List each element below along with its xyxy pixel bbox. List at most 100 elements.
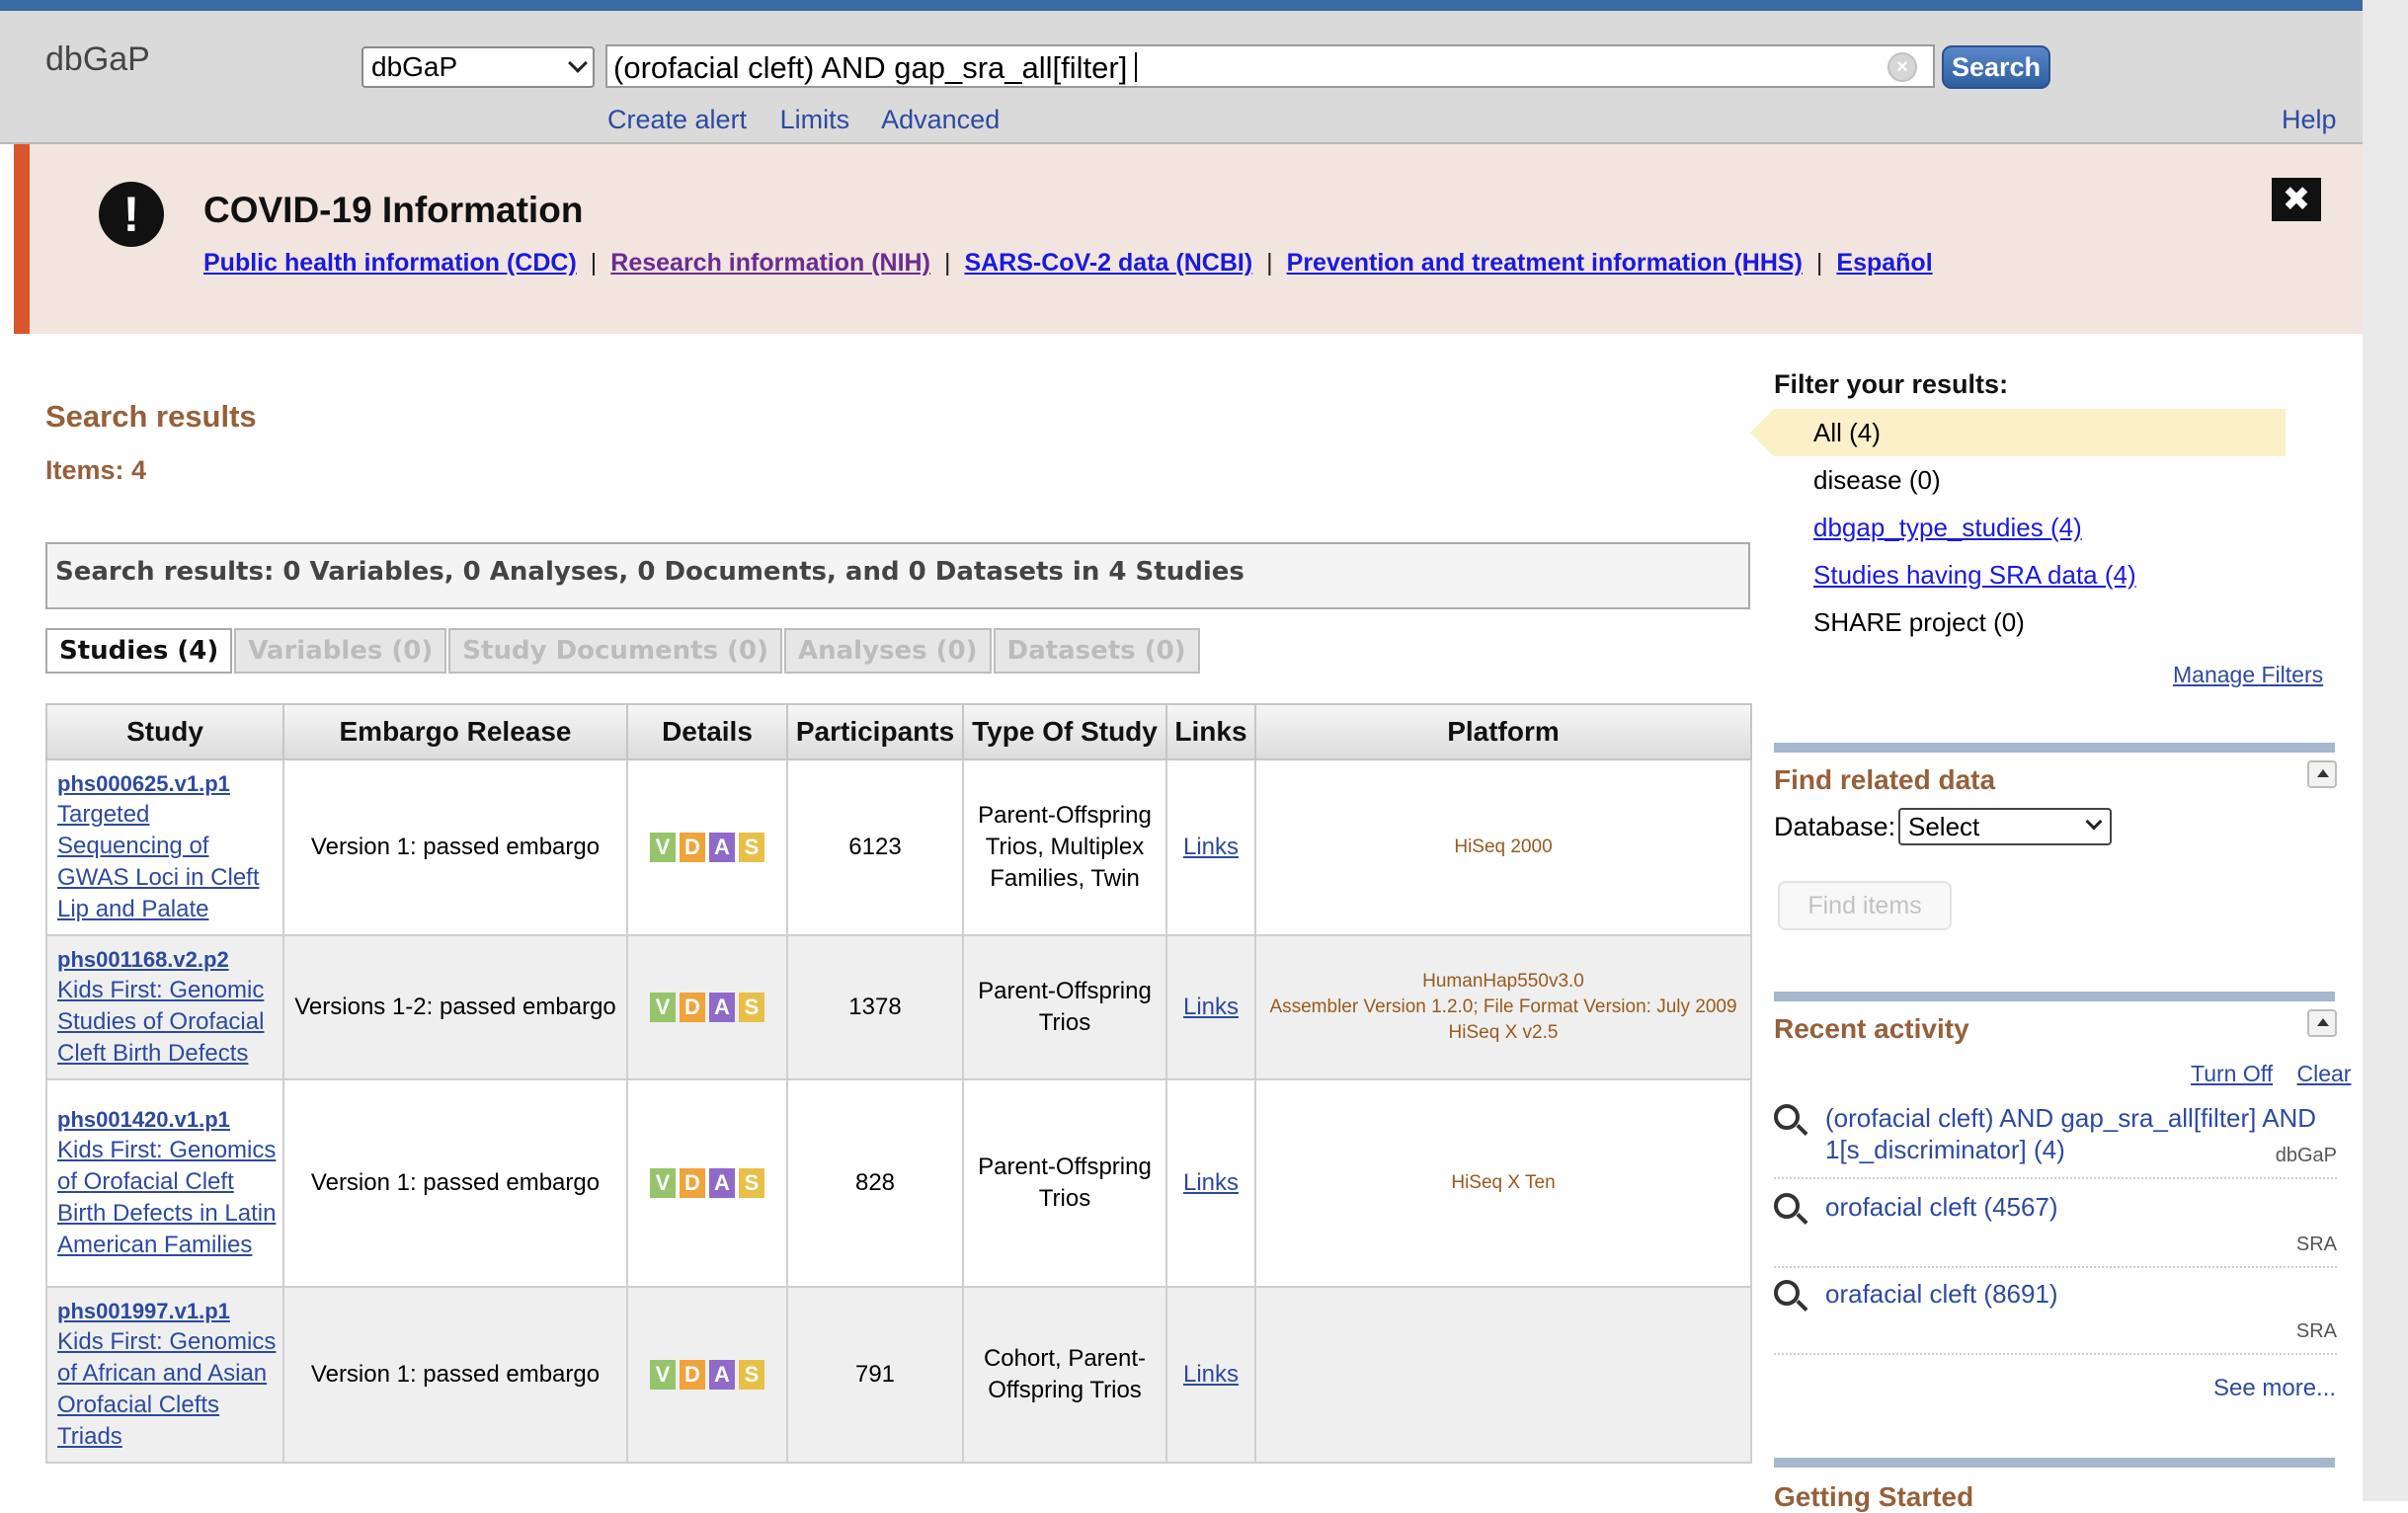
- related-database-select[interactable]: Select: [1898, 808, 2112, 845]
- study-title-link[interactable]: Kids First: Genomic Studies of Orofacial…: [57, 977, 264, 1067]
- platform-cell: HumanHap550v3.0 Assembler Version 1.2.0;…: [1254, 934, 1752, 1080]
- covid-link-nih[interactable]: Research information (NIH): [610, 249, 930, 277]
- analyses-badge[interactable]: A: [709, 1360, 735, 1390]
- covid-link-cdc[interactable]: Public health information (CDC): [203, 249, 577, 277]
- search-button[interactable]: Search: [1942, 45, 2050, 89]
- tab-datasets[interactable]: Datasets (0): [993, 628, 1200, 674]
- recent-query[interactable]: orafacial cleft (8691): [1825, 1278, 2337, 1310]
- create-alert-link[interactable]: Create alert: [607, 105, 747, 134]
- study-type-cell: Parent-Offspring Trios: [962, 934, 1167, 1080]
- variables-badge[interactable]: V: [650, 1360, 676, 1390]
- clear-circle-icon[interactable]: ×: [1887, 52, 1917, 82]
- platform-cell: HiSeq 2000: [1254, 758, 1752, 936]
- covid-banner: ! COVID-19 Information Public health inf…: [14, 144, 2363, 334]
- tab-analyses[interactable]: Analyses (0): [784, 628, 992, 674]
- help-link[interactable]: Help: [2282, 105, 2337, 135]
- panel-divider: [1774, 743, 2335, 753]
- logo[interactable]: dbGaP: [45, 40, 150, 79]
- analyses-badge[interactable]: A: [709, 993, 735, 1022]
- column-header[interactable]: Links: [1165, 703, 1256, 760]
- column-header[interactable]: Participants: [786, 703, 964, 760]
- filter-share-project[interactable]: SHARE project (0): [1774, 598, 2288, 646]
- platform-text: HiSeq 2000: [1454, 836, 1553, 857]
- links-link[interactable]: Links: [1183, 1361, 1239, 1388]
- find-related-title: Find related data: [1774, 764, 1996, 795]
- study-accession-link[interactable]: phs001997.v1.p1: [57, 1297, 277, 1326]
- clear-link[interactable]: Clear: [2296, 1061, 2351, 1086]
- study-cell: phs001420.v1.p1 Kids First: Genomics of …: [45, 1078, 284, 1288]
- filter-label: All (4): [1813, 418, 1881, 447]
- limits-link[interactable]: Limits: [780, 105, 850, 134]
- filter-disease[interactable]: disease (0): [1774, 456, 2288, 504]
- covid-link-espanol[interactable]: Español: [1836, 249, 1932, 277]
- variables-badge[interactable]: V: [650, 833, 676, 862]
- study-accession-link[interactable]: phs001420.v1.p1: [57, 1105, 277, 1135]
- related-database-value: Select: [1908, 812, 1980, 841]
- filter-dbgap-type-studies[interactable]: dbgap_type_studies (4): [1774, 504, 2288, 551]
- manage-filters-link[interactable]: Manage Filters: [2173, 662, 2323, 688]
- study-accession-link[interactable]: phs000625.v1.p1: [57, 769, 277, 799]
- table-header: Study Embargo Release Details Participan…: [45, 703, 1752, 760]
- recent-db: SRA: [2295, 1234, 2337, 1255]
- tab-studies[interactable]: Studies (4): [45, 628, 233, 674]
- analyses-badge[interactable]: A: [709, 833, 735, 862]
- advanced-link[interactable]: Advanced: [881, 105, 1000, 134]
- study-title-link[interactable]: Kids First: Genomics of African and Asia…: [57, 1328, 276, 1450]
- study-accession-link[interactable]: phs001168.v2.p2: [57, 945, 277, 975]
- column-header[interactable]: Study: [45, 703, 284, 760]
- documents-badge[interactable]: D: [680, 993, 705, 1022]
- datasets-badge[interactable]: S: [739, 993, 764, 1022]
- column-header[interactable]: Type Of Study: [962, 703, 1167, 760]
- column-header[interactable]: Embargo Release: [282, 703, 628, 760]
- turn-off-link[interactable]: Turn Off: [2191, 1061, 2273, 1086]
- links-link[interactable]: Links: [1183, 834, 1239, 860]
- find-items-button[interactable]: Find items: [1778, 881, 1952, 930]
- collapse-arrow-icon[interactable]: [2307, 760, 2337, 788]
- collapse-arrow-icon[interactable]: [2307, 1009, 2337, 1037]
- recent-item[interactable]: (orofacial cleft) AND gap_sra_all[filter…: [1774, 1102, 2337, 1179]
- documents-badge[interactable]: D: [680, 833, 705, 862]
- details-cell: V D A S: [626, 934, 788, 1080]
- result-tabs: Studies (4) Variables (0) Study Document…: [45, 628, 1202, 674]
- recent-query[interactable]: (orofacial cleft) AND gap_sra_all[filter…: [1825, 1102, 2337, 1165]
- database-select[interactable]: dbGaP: [361, 46, 595, 88]
- covid-link-ncbi[interactable]: SARS-CoV-2 data (NCBI): [964, 249, 1252, 277]
- links-link[interactable]: Links: [1183, 1169, 1239, 1196]
- variables-badge[interactable]: V: [650, 1168, 676, 1198]
- study-title-link[interactable]: Kids First: Genomics of Orofacial Cleft …: [57, 1137, 276, 1258]
- study-type-cell: Parent-Offspring Trios: [962, 1078, 1167, 1288]
- documents-badge[interactable]: D: [680, 1168, 705, 1198]
- recent-item[interactable]: orafacial cleft (8691) SRA: [1774, 1278, 2337, 1355]
- magnifier-icon: [1774, 1280, 1800, 1306]
- covid-link-hhs[interactable]: Prevention and treatment information (HH…: [1287, 249, 1803, 277]
- close-icon[interactable]: ✖: [2272, 178, 2321, 221]
- recent-query[interactable]: orofacial cleft (4567): [1825, 1191, 2337, 1223]
- see-more-link[interactable]: See more...: [2213, 1375, 2336, 1402]
- tab-variables[interactable]: Variables (0): [234, 628, 447, 674]
- separator: |: [1266, 249, 1273, 277]
- filter-label: Studies having SRA data (4): [1813, 560, 2136, 590]
- results-table: Study Embargo Release Details Participan…: [45, 703, 1752, 1464]
- embargo-cell: Version 1: passed embargo: [282, 1078, 628, 1288]
- search-sublinks: Create alert Limits Advanced: [607, 105, 1025, 135]
- recent-db: SRA: [2295, 1320, 2337, 1342]
- tab-study-documents[interactable]: Study Documents (0): [448, 628, 782, 674]
- participants-cell: 828: [786, 1078, 964, 1288]
- links-link[interactable]: Links: [1183, 994, 1239, 1020]
- documents-badge[interactable]: D: [680, 1360, 705, 1390]
- top-strip: [0, 0, 2363, 11]
- variables-badge[interactable]: V: [650, 993, 676, 1022]
- column-header[interactable]: Platform: [1254, 703, 1752, 760]
- search-input[interactable]: (orofacial cleft) AND gap_sra_all[filter…: [605, 44, 1935, 88]
- datasets-badge[interactable]: S: [739, 1360, 764, 1390]
- platform-cell: [1254, 1286, 1752, 1464]
- analyses-badge[interactable]: A: [709, 1168, 735, 1198]
- study-title-link[interactable]: Targeted Sequencing of GWAS Loci in Clef…: [57, 801, 260, 922]
- datasets-badge[interactable]: S: [739, 833, 764, 862]
- filter-studies-sra[interactable]: Studies having SRA data (4): [1774, 551, 2288, 598]
- column-header[interactable]: Details: [626, 703, 788, 760]
- recent-item[interactable]: orofacial cleft (4567) SRA: [1774, 1191, 2337, 1268]
- filter-all[interactable]: All (4): [1750, 409, 2286, 456]
- table-row: phs000625.v1.p1 Targeted Sequencing of G…: [45, 758, 1752, 936]
- datasets-badge[interactable]: S: [739, 1168, 764, 1198]
